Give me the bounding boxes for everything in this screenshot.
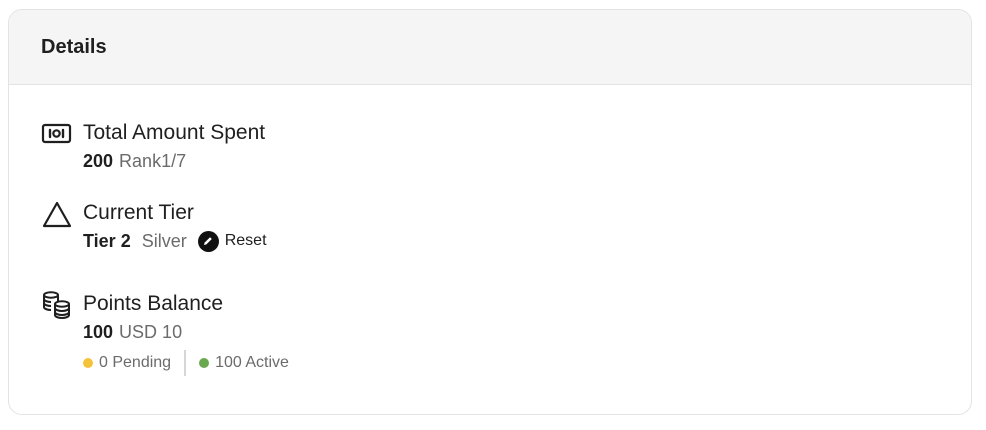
- tier-name: Silver: [141, 231, 187, 251]
- coins-icon: [41, 291, 73, 323]
- total-spent-label: Total Amount Spent: [83, 121, 266, 144]
- current-tier-label: Current Tier: [83, 201, 194, 224]
- reset-label: Reset: [224, 232, 267, 249]
- points-status: 0 Pending 100 Active: [83, 350, 289, 376]
- reset-button[interactable]: Reset: [197, 230, 267, 252]
- money-bill-icon: [41, 120, 73, 152]
- pencil-icon: [197, 230, 219, 252]
- tier-level: Tier 2: [83, 231, 131, 251]
- points-balance-section: Points Balance 100 USD 10 0 Pending 100 …: [41, 291, 289, 376]
- triangle-icon: [41, 200, 73, 232]
- currency-value: USD 10: [119, 322, 183, 342]
- pending-text: 0 Pending: [99, 354, 172, 371]
- pending-status: 0 Pending: [83, 354, 171, 372]
- points-balance-label: Points Balance: [83, 292, 224, 315]
- total-spent-section: Total Amount Spent 200 Rank1/7: [41, 120, 265, 172]
- points-value: 100: [83, 322, 114, 342]
- active-dot-icon: [199, 358, 210, 368]
- pending-dot-icon: [83, 358, 93, 368]
- current-tier-section: Current Tier Tier 2 Silver Reset: [41, 200, 267, 252]
- total-spent-amount: 200: [83, 151, 114, 171]
- status-divider: [184, 350, 187, 376]
- active-status: 100 Active: [199, 354, 289, 372]
- card-header: Details: [9, 10, 971, 85]
- rank-text: Rank1/7: [119, 151, 187, 171]
- details-card: Details Total Amount Spent 200 Rank1/7 C…: [8, 9, 972, 415]
- active-text: 100 Active: [215, 354, 289, 371]
- card-title: Details: [41, 35, 107, 58]
